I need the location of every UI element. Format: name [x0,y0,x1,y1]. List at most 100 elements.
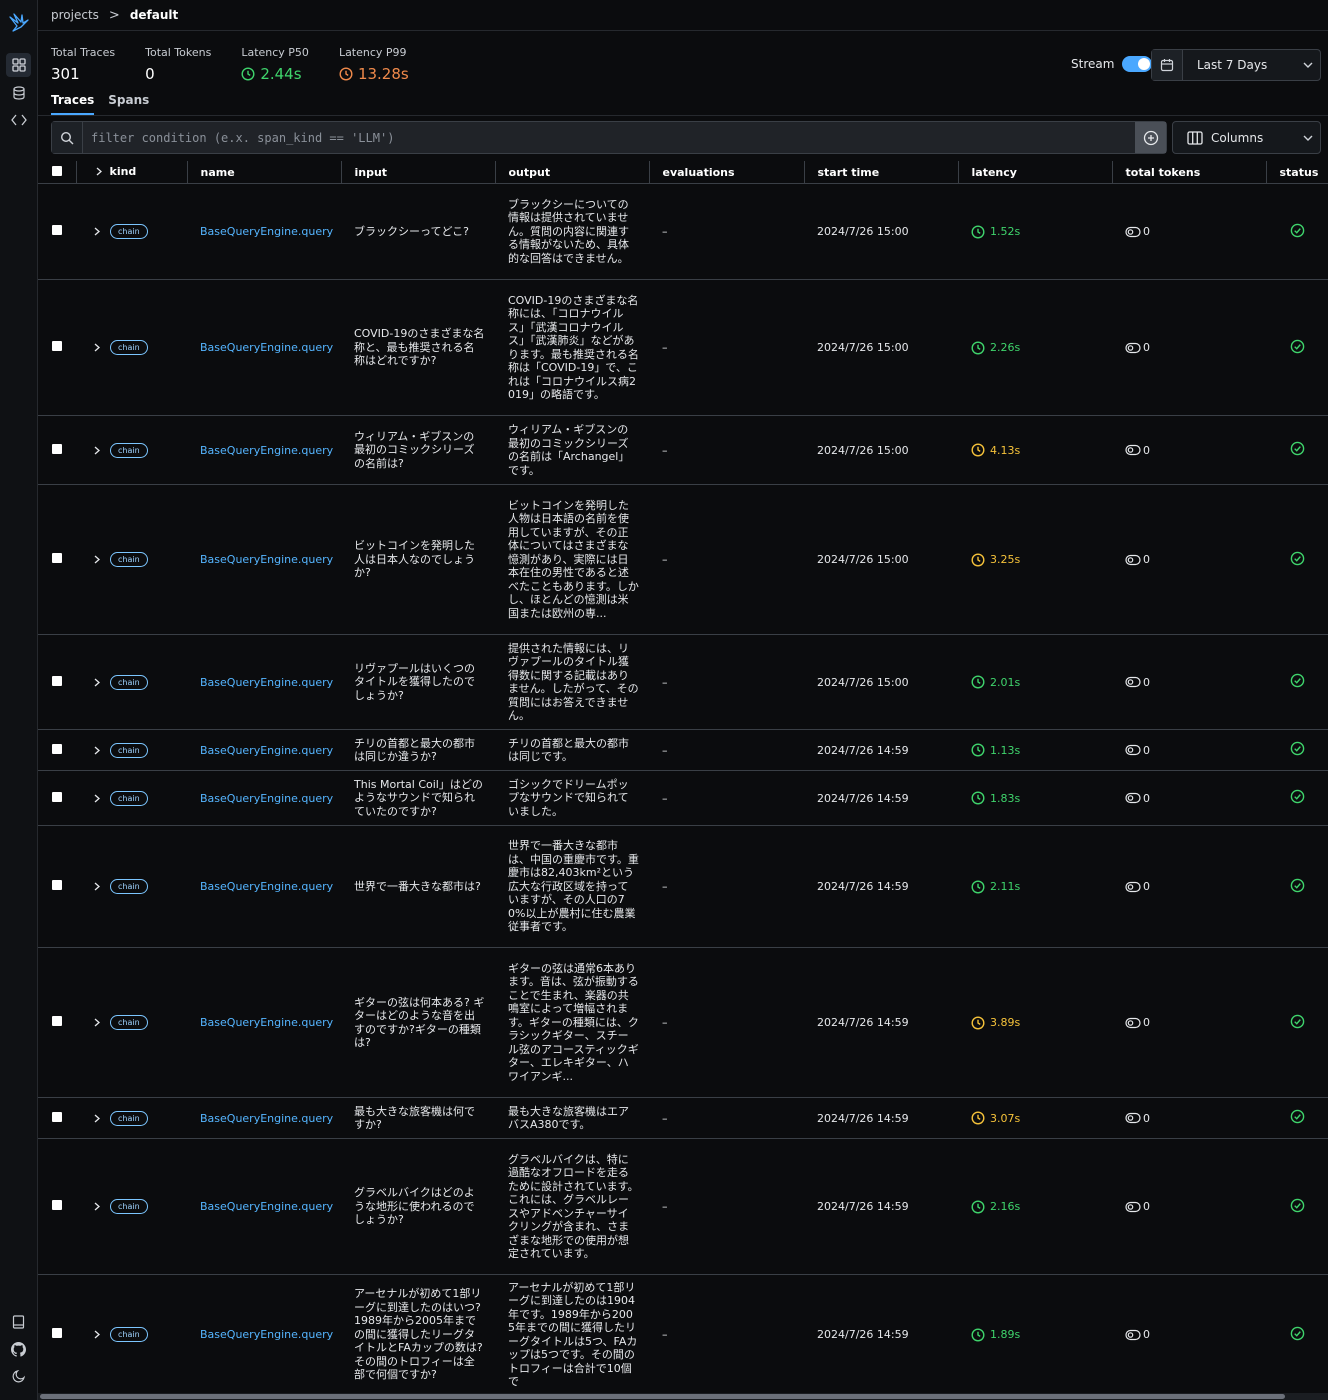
evaluations-cell: – [649,415,804,485]
row-select-cell [38,947,76,1098]
trace-name-link[interactable]: BaseQueryEngine.query [200,341,333,354]
github-icon[interactable] [6,1337,31,1361]
trace-name-link[interactable]: BaseQueryEngine.query [200,744,333,757]
row-select-cell [38,825,76,948]
table-row[interactable]: chain BaseQueryEngine.query 世界で一番大きな都市は? 世界… [38,825,1328,948]
column-header-latency[interactable]: latency [958,161,1113,184]
trace-name-link[interactable]: BaseQueryEngine.query [200,880,333,893]
select-all-checkbox[interactable] [51,165,62,176]
table-row[interactable]: chain BaseQueryEngine.query COVID-19のさまざまな… [38,279,1328,416]
column-header-start-time[interactable]: start time [804,161,959,184]
status-ok-icon [1290,1198,1304,1212]
breadcrumb-projects[interactable]: projects [51,8,99,22]
horizontal-scrollbar[interactable] [38,1393,1328,1400]
tokens-value: 0 [1143,791,1150,805]
column-header-output[interactable]: output [495,161,650,184]
tab-traces[interactable]: Traces [51,93,95,115]
expand-row-chevron-icon[interactable] [94,1018,100,1027]
column-header-kind[interactable]: kind [76,161,188,184]
trace-name-link[interactable]: BaseQueryEngine.query [200,444,333,457]
table-row[interactable]: chain BaseQueryEngine.query リヴァプールはいくつのタイト… [38,634,1328,730]
row-checkbox[interactable] [52,443,62,454]
breadcrumb-current-project[interactable]: default [130,8,178,22]
row-checkbox[interactable] [52,1200,62,1210]
trace-name-link[interactable]: BaseQueryEngine.query [200,1328,333,1341]
name-cell: BaseQueryEngine.query [187,415,341,485]
column-header-status[interactable]: status [1266,161,1328,184]
phoenix-logo-icon[interactable] [6,10,31,34]
table-row[interactable]: chain BaseQueryEngine.query アーセナルが初めて1部リーグ… [38,1274,1328,1395]
date-range-select[interactable]: Last 7 Days [1151,49,1321,81]
start-time-cell: 2024/7/26 15:00 [804,484,958,635]
trace-name-link[interactable]: BaseQueryEngine.query [200,1200,333,1213]
expand-row-chevron-icon[interactable] [94,794,100,803]
row-checkbox[interactable] [52,880,62,890]
stream-toggle[interactable] [1122,56,1153,72]
table-row[interactable]: chain BaseQueryEngine.query ビットコインを発明した人は日… [38,484,1328,635]
chevron-down-icon [1296,50,1320,80]
columns-button[interactable]: Columns [1172,121,1321,154]
expand-row-chevron-icon[interactable] [94,343,100,352]
input-cell: グラベルバイクはどのような地形に使われるのでしょうか? [341,1138,495,1275]
name-cell: BaseQueryEngine.query [187,183,341,280]
expand-row-chevron-icon[interactable] [94,555,100,564]
column-header-name[interactable]: name [187,161,342,184]
scrollbar-thumb[interactable] [40,1394,1285,1399]
table-row[interactable]: chain BaseQueryEngine.query This Mortal Co… [38,770,1328,826]
table-row[interactable]: chain BaseQueryEngine.query ブラックシーってどこ? ブラッ… [38,183,1328,280]
start-time-cell: 2024/7/26 14:59 [804,1274,958,1395]
status-cell [1266,1274,1328,1395]
expand-row-chevron-icon[interactable] [94,446,100,455]
evaluations-cell: – [649,729,804,771]
date-range-value: Last 7 Days [1197,58,1268,72]
expand-row-chevron-icon[interactable] [94,882,100,891]
row-checkbox[interactable] [52,1016,62,1026]
row-checkbox[interactable] [52,225,62,235]
docs-book-icon[interactable] [6,1310,31,1334]
stat-label: Latency P50 [241,46,309,59]
table-row[interactable]: chain BaseQueryEngine.query ギターの弦は何本ある? ギタ… [38,947,1328,1098]
row-checkbox[interactable] [52,791,62,802]
table-row[interactable]: chain BaseQueryEngine.query グラベルバイクはどのような地… [38,1138,1328,1275]
column-header-evaluations[interactable]: evaluations [649,161,805,184]
trace-name-link[interactable]: BaseQueryEngine.query [200,1016,333,1029]
add-filter-button[interactable] [1135,122,1166,153]
tab-divider [38,115,1328,116]
expand-row-chevron-icon[interactable] [94,1202,100,1211]
expand-row-chevron-icon[interactable] [94,1114,100,1123]
row-checkbox[interactable] [52,675,62,686]
span-kind-badge: chain [110,1199,148,1214]
expand-row-chevron-icon[interactable] [94,746,100,755]
filter-condition-input[interactable] [83,122,1135,153]
row-checkbox[interactable] [52,1111,62,1122]
projects-grid-icon[interactable] [6,53,31,77]
code-brackets-icon[interactable] [6,108,31,132]
latency-cell: 2.26s [958,279,1112,416]
status-ok-icon [1290,673,1304,688]
expand-row-chevron-icon[interactable] [94,1330,100,1339]
row-checkbox[interactable] [52,341,62,351]
expand-all-chevron-icon[interactable] [96,167,102,176]
tab-spans[interactable]: Spans [108,93,149,115]
theme-moon-icon[interactable] [6,1364,31,1388]
table-row[interactable]: chain BaseQueryEngine.query チリの首都と最大の都市は同じ… [38,729,1328,771]
table-row[interactable]: chain BaseQueryEngine.query 最も大きな旅客機は何ですか?… [38,1097,1328,1139]
trace-name-link[interactable]: BaseQueryEngine.query [200,792,333,805]
column-header-total-tokens[interactable]: total tokens [1112,161,1267,184]
datasets-database-icon[interactable] [6,81,31,105]
row-checkbox[interactable] [52,1328,62,1338]
trace-name-link[interactable]: BaseQueryEngine.query [200,1112,333,1125]
trace-name-link[interactable]: BaseQueryEngine.query [200,676,333,689]
trace-name-link[interactable]: BaseQueryEngine.query [200,553,333,566]
expand-row-chevron-icon[interactable] [94,227,100,236]
column-header-input[interactable]: input [341,161,496,184]
evaluations-cell: – [649,1274,804,1395]
table-row[interactable]: chain BaseQueryEngine.query ウィリアム・ギブスンの最初の… [38,415,1328,485]
expand-row-chevron-icon[interactable] [94,678,100,687]
tokens-value: 0 [1143,1016,1150,1029]
output-cell: チリの首都と最大の都市は同じです。 [495,729,649,771]
trace-name-link[interactable]: BaseQueryEngine.query [200,225,333,238]
latency-value: 2.01s [990,675,1021,689]
row-checkbox[interactable] [52,553,62,563]
row-checkbox[interactable] [52,743,62,754]
